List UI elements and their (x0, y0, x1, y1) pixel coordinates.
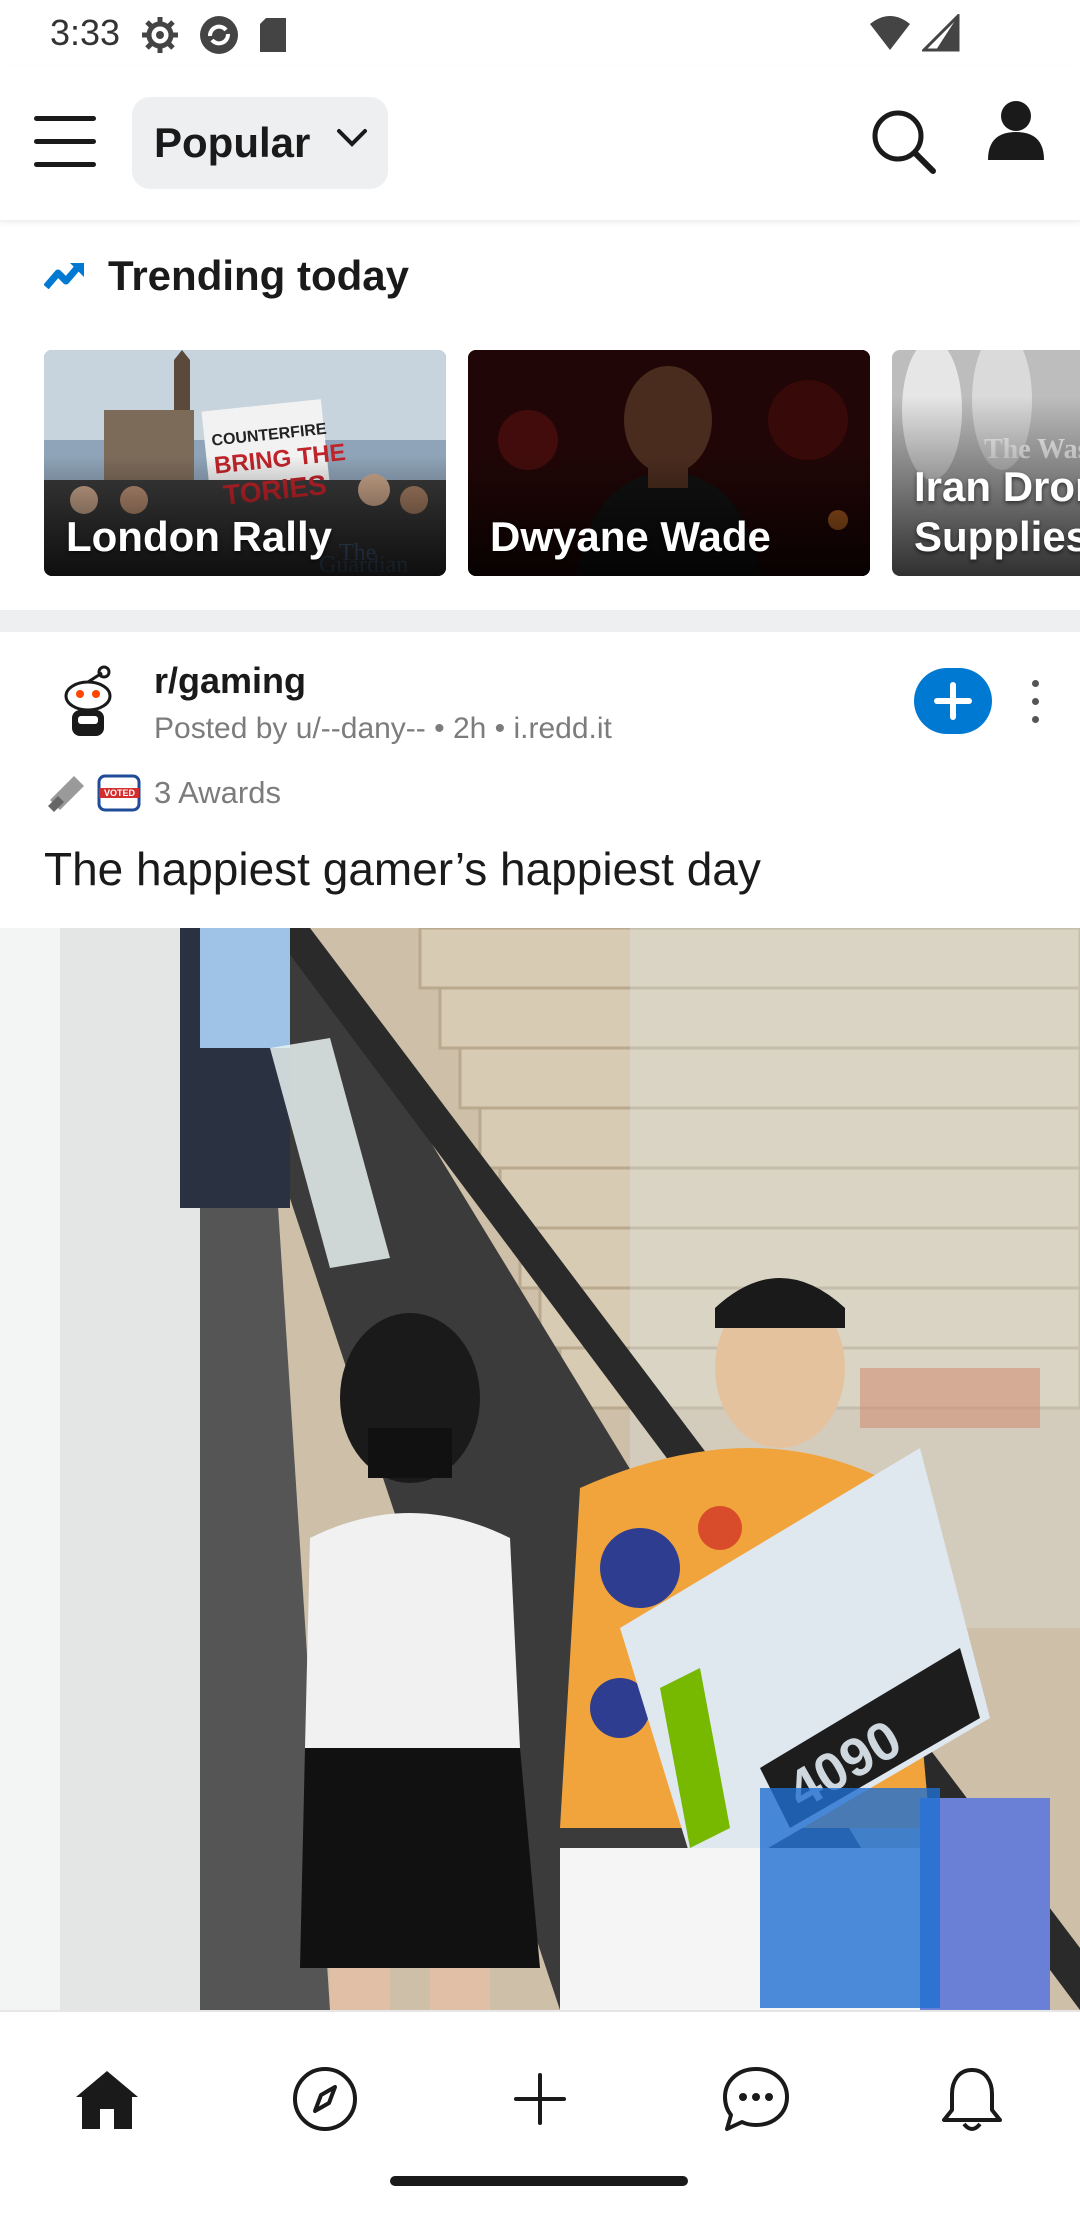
trending-carousel[interactable]: COUNTERFIRE BRING THE TORIES The Guardia… (44, 350, 1080, 576)
nav-chat[interactable] (711, 2054, 801, 2144)
post-image[interactable]: 4090 (0, 928, 1080, 2010)
create-icon (514, 2073, 566, 2125)
notifications-icon (942, 2068, 1002, 2131)
award-icon (48, 776, 84, 812)
explore-icon (293, 2067, 357, 2131)
header-divider (0, 220, 1080, 222)
status-bar: 3:33 (0, 0, 1080, 66)
status-time: 3:33 (50, 12, 121, 53)
trending-card-iran[interactable]: The Wash Iran Dror Supplies (892, 350, 1080, 576)
app-header: Popular (0, 66, 1080, 220)
settings-icon (142, 17, 178, 53)
trending-card-dwyane-wade[interactable]: Dwyane Wade (468, 350, 870, 576)
svg-text:VOTED: VOTED (104, 788, 136, 798)
bottom-nav (0, 2010, 1080, 2222)
awards-count: 3 Awards (154, 775, 281, 810)
sd-card-icon (260, 18, 286, 52)
feed-selector-label: Popular (154, 119, 311, 166)
subreddit-name[interactable]: r/gaming (154, 660, 306, 702)
nav-home[interactable] (62, 2054, 152, 2144)
post-title[interactable]: The happiest gamer’s happiest day (44, 842, 761, 896)
trending-card-label: London Rally (66, 513, 332, 560)
trending-title: Trending today (108, 252, 410, 299)
nav-create[interactable] (495, 2054, 585, 2144)
menu-button[interactable] (34, 116, 96, 168)
plus-icon (934, 682, 972, 720)
nav-notifications[interactable] (927, 2054, 1017, 2144)
post-meta: Posted by u/--dany-- • 2h • i.redd.it (154, 712, 612, 745)
post-photo: 4090 (0, 928, 1080, 2010)
chat-icon (723, 2067, 789, 2131)
chevron-down-icon (337, 129, 367, 147)
signal-icon (922, 14, 960, 52)
trending-card-label: Dwyane Wade (490, 513, 771, 560)
nav-explore[interactable] (280, 2054, 370, 2144)
status-icons (140, 14, 288, 56)
voted-award-icon: VOTED (97, 774, 141, 812)
sync-icon (200, 16, 238, 54)
trending-header: Trending today (44, 252, 409, 300)
awards-row[interactable]: VOTED 3 Awards (44, 770, 281, 816)
home-icon (76, 2071, 138, 2129)
search-icon[interactable] (868, 106, 938, 176)
wifi-icon (870, 16, 910, 50)
join-button[interactable] (914, 668, 992, 734)
trending-card-london-rally[interactable]: COUNTERFIRE BRING THE TORIES The Guardia… (44, 350, 446, 576)
section-divider (0, 610, 1080, 632)
trending-card-label: Iran Dror Supplies (914, 463, 1080, 560)
subreddit-avatar[interactable] (48, 662, 128, 742)
more-options-button[interactable] (1024, 680, 1046, 726)
feed-selector-button[interactable]: Popular (132, 97, 388, 189)
status-right-icons (868, 14, 960, 52)
profile-icon[interactable] (986, 100, 1046, 162)
trending-icon (44, 263, 84, 290)
home-indicator[interactable] (390, 2176, 688, 2186)
